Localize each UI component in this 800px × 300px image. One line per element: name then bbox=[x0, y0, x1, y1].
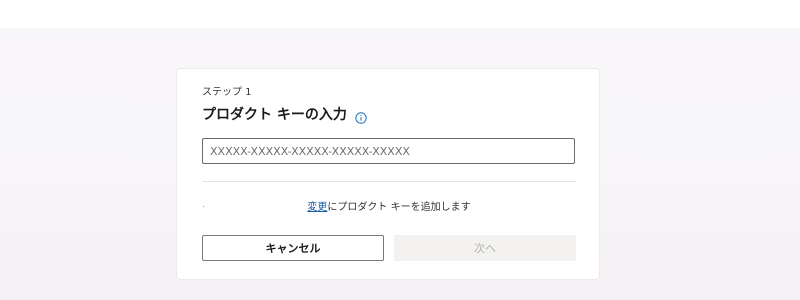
next-button-label: 次へ bbox=[474, 242, 496, 255]
add-key-text: にプロダクト キーを追加します bbox=[327, 202, 471, 213]
next-button[interactable]: 次へ bbox=[394, 235, 576, 261]
add-key-row: 変更にプロダクト キーを追加します bbox=[202, 201, 576, 215]
product-key-dialog: ステップ 1 プロダクト キーの入力 変更にプロダクト キーを追加します キャン… bbox=[176, 68, 600, 280]
info-icon[interactable] bbox=[355, 109, 367, 124]
product-key-input[interactable] bbox=[202, 138, 575, 164]
divider bbox=[202, 181, 576, 182]
title-row: プロダクト キーの入力 bbox=[202, 105, 367, 125]
dialog-title: プロダクト キーの入力 bbox=[202, 107, 347, 123]
change-link[interactable]: 変更 bbox=[307, 202, 327, 213]
step-label: ステップ 1 bbox=[202, 87, 252, 98]
cancel-button-label: キャンセル bbox=[265, 242, 321, 255]
cancel-button[interactable]: キャンセル bbox=[202, 235, 384, 261]
top-header-band bbox=[0, 0, 800, 28]
